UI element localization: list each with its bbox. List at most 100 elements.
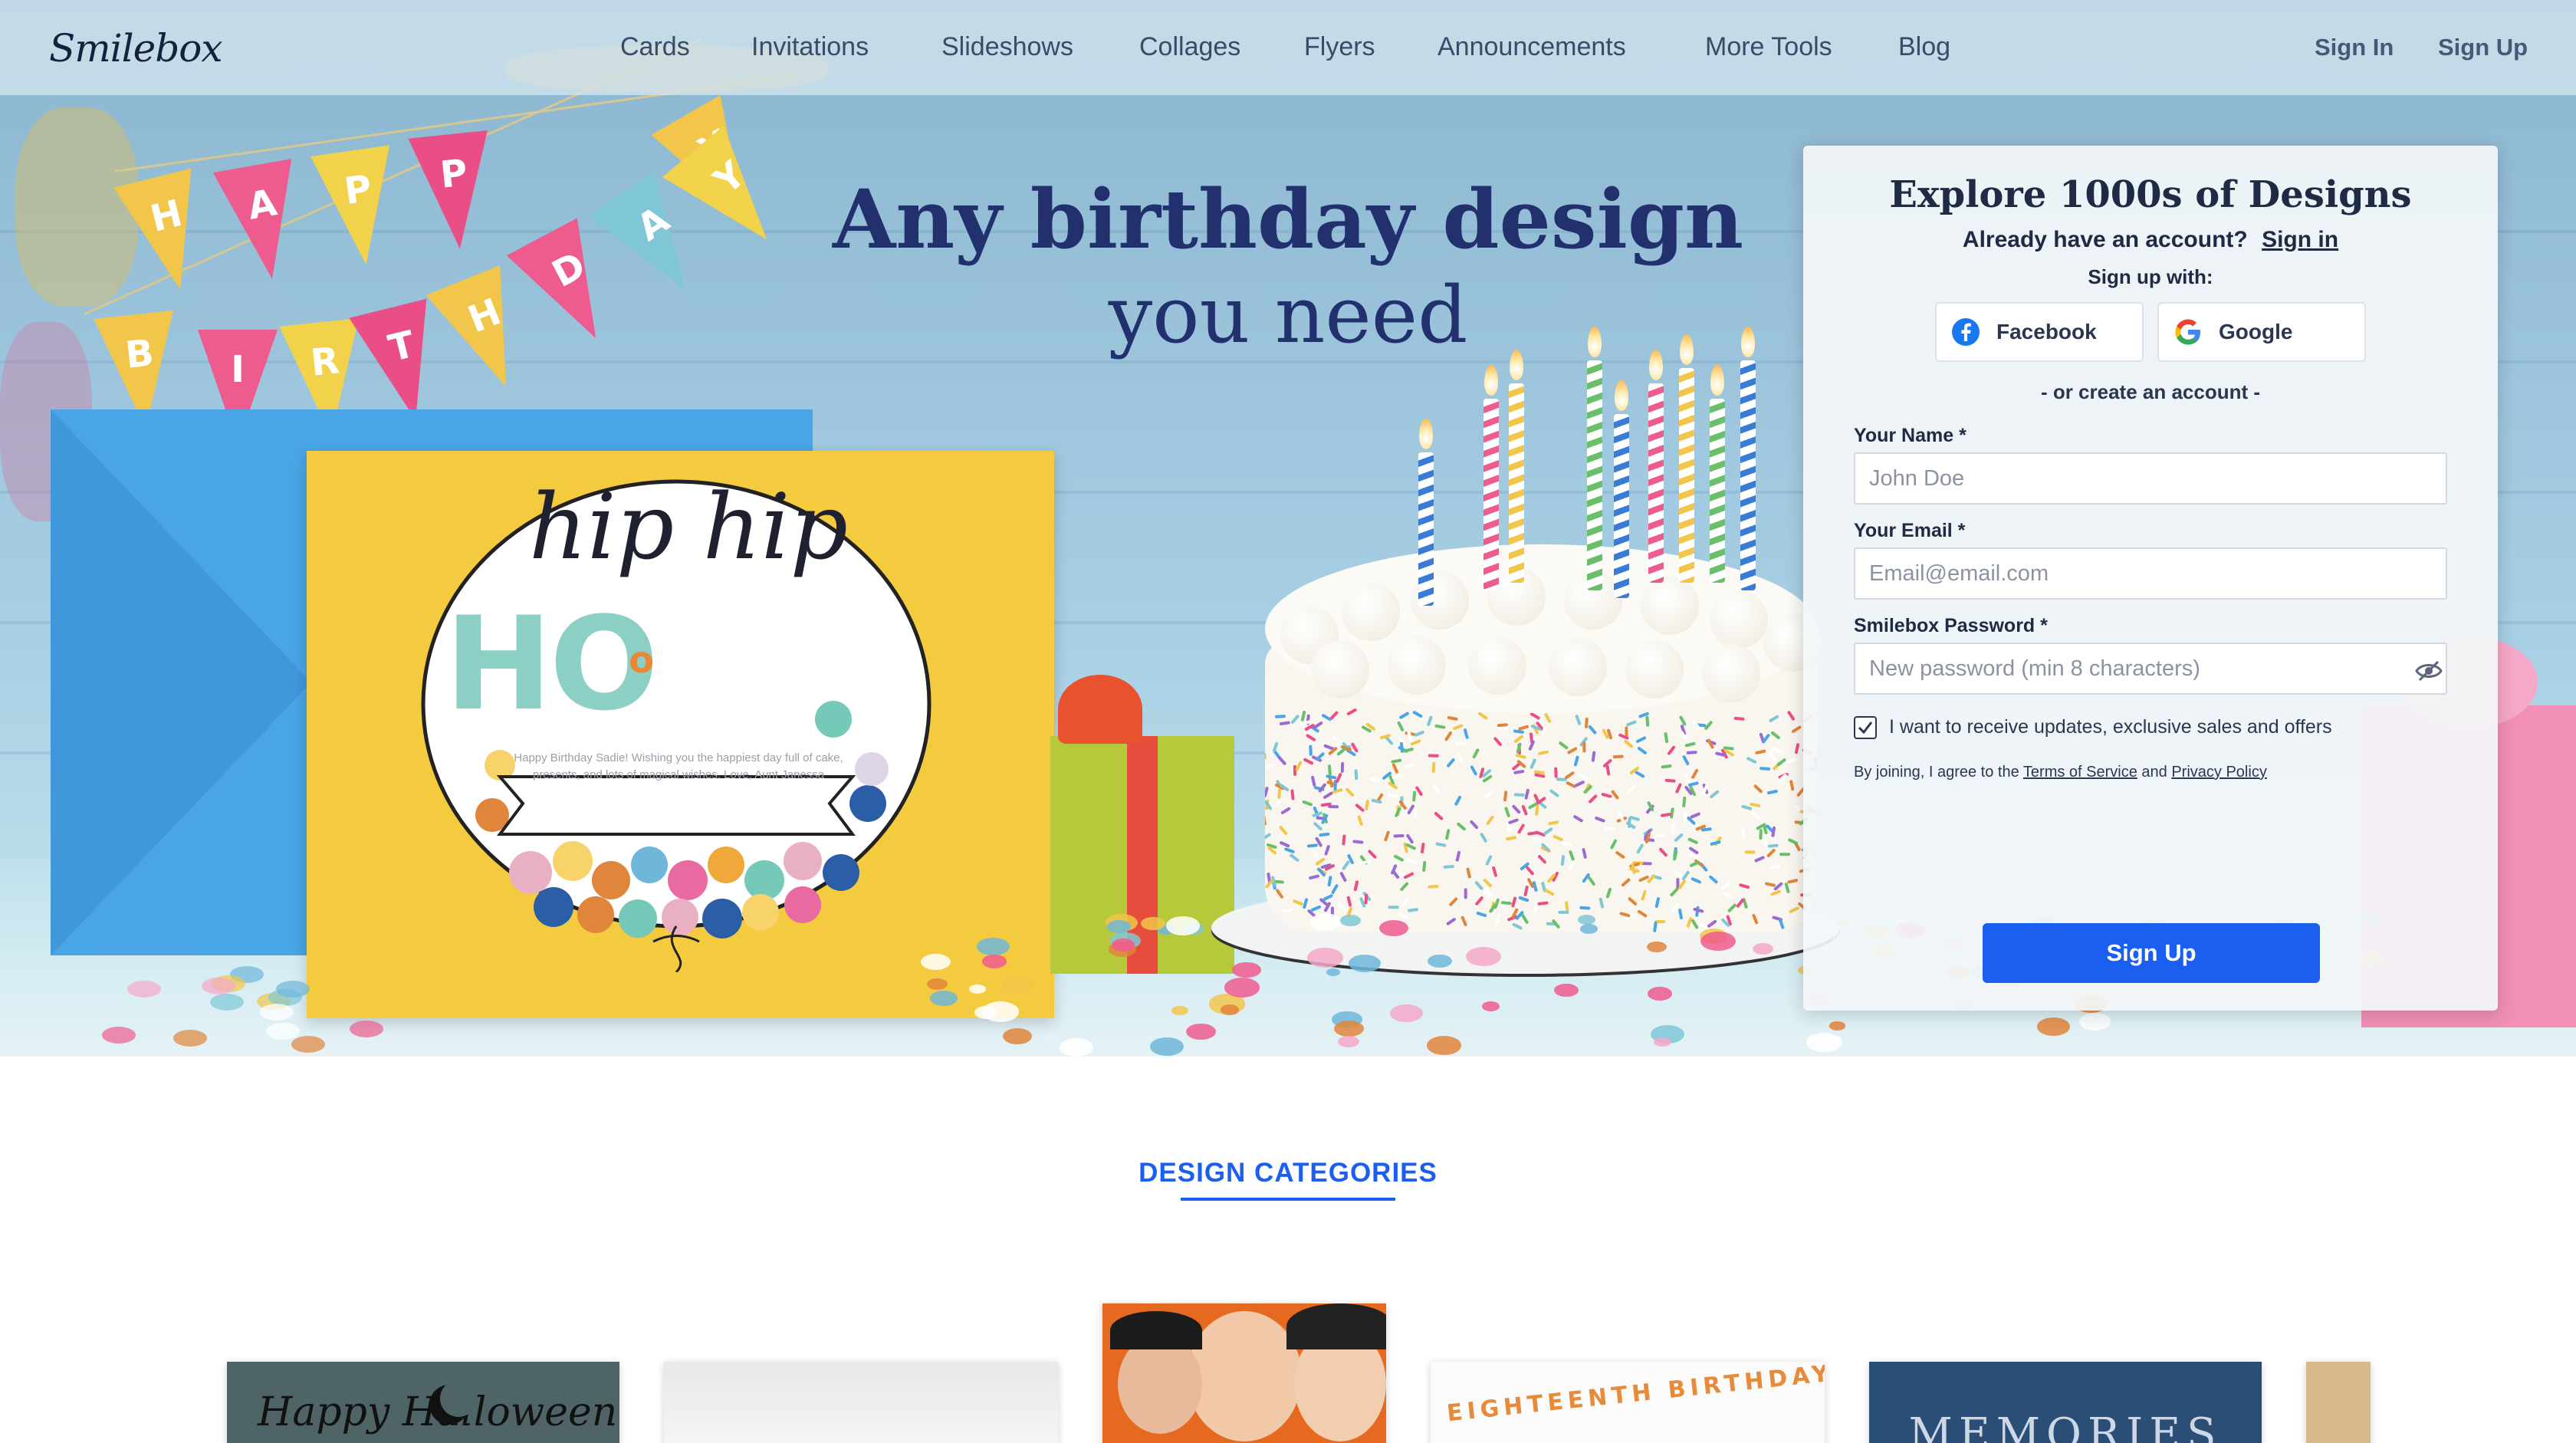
nav-link-blog[interactable]: Blog xyxy=(1898,32,1950,62)
sprinkle xyxy=(1412,791,1417,802)
sprinkle xyxy=(1388,794,1399,798)
facebook-label: Facebook xyxy=(1996,320,2097,343)
card-script-text: hip hip xyxy=(529,474,849,580)
sprinkle xyxy=(1788,838,1799,845)
sprinkle xyxy=(1750,802,1761,807)
nav-link-collages[interactable]: Collages xyxy=(1139,32,1240,62)
terms-of-service-link[interactable]: Terms of Service xyxy=(2023,764,2137,781)
category-thumb-family-photo[interactable] xyxy=(1102,1303,1386,1443)
sprinkle xyxy=(1470,820,1479,830)
confetti-piece xyxy=(1752,942,1774,955)
sprinkle xyxy=(1744,850,1756,854)
confetti-piece xyxy=(1426,1036,1461,1055)
sprinkle xyxy=(1681,870,1690,881)
sprinkle xyxy=(1309,874,1319,880)
sprinkle xyxy=(1454,795,1462,806)
memories-thumb-text: MEMORIES xyxy=(1908,1409,2223,1443)
sprinkle xyxy=(1527,831,1539,836)
sprinkle xyxy=(1265,787,1269,797)
sprinkle xyxy=(1480,833,1487,843)
sprinkle xyxy=(1664,732,1669,744)
sprinkle xyxy=(1432,784,1441,794)
confetti-piece xyxy=(981,955,1007,968)
sprinkle xyxy=(1569,850,1575,861)
category-thumb-halloween[interactable]: Happy Halloween xyxy=(227,1362,619,1443)
nav-link-more-tools[interactable]: More Tools xyxy=(1705,32,1832,62)
sprinkle xyxy=(1518,725,1529,731)
candle xyxy=(1740,360,1756,590)
privacy-policy-link[interactable]: Privacy Policy xyxy=(2171,764,2266,781)
sprinkle xyxy=(1464,888,1467,899)
nav-link-announcements[interactable]: Announcements xyxy=(1438,32,1626,62)
sprinkle xyxy=(1513,770,1525,774)
signup-panel: Explore 1000s of Designs Already have an… xyxy=(1803,146,2498,1011)
sprinkle xyxy=(1460,915,1467,926)
facebook-button[interactable]: Facebook xyxy=(1935,302,2144,362)
candle xyxy=(1614,414,1629,598)
nav-link-cards[interactable]: Cards xyxy=(620,32,690,62)
sprinkle xyxy=(1508,818,1519,824)
sprinkle xyxy=(1675,783,1682,794)
sprinkle xyxy=(1767,789,1778,795)
nav-sign-up[interactable]: Sign Up xyxy=(2438,34,2528,61)
sprinkle xyxy=(1354,769,1359,781)
nav-sign-in[interactable]: Sign In xyxy=(2315,34,2394,61)
sprinkle xyxy=(1682,796,1687,807)
confetti-piece xyxy=(1338,1035,1359,1047)
sprinkle xyxy=(1309,745,1313,756)
sprinkle xyxy=(1521,805,1528,816)
sprinkle xyxy=(1504,807,1510,817)
confetti-piece xyxy=(1059,1037,1093,1057)
google-button[interactable]: Google xyxy=(2157,302,2366,362)
sprinkle xyxy=(1568,860,1576,870)
sign-in-link[interactable]: Sign in xyxy=(2262,227,2338,252)
sprinkle xyxy=(1524,788,1530,800)
eighteenth-thumb-text: EIGHTEENTH BIRTHDAY xyxy=(1445,1362,1825,1428)
sprinkle xyxy=(1537,901,1549,906)
sprinkle xyxy=(1784,883,1790,893)
sprinkle xyxy=(1265,814,1267,826)
sprinkle xyxy=(1587,876,1595,886)
updates-checkbox[interactable] xyxy=(1854,716,1877,739)
sprinkle xyxy=(1582,848,1587,859)
sprinkle xyxy=(1506,836,1516,841)
sprinkle xyxy=(1671,823,1675,834)
nav-link-flyers[interactable]: Flyers xyxy=(1304,32,1375,62)
sprinkle xyxy=(1443,864,1454,869)
sprinkle xyxy=(1776,758,1786,767)
sprinkle xyxy=(1573,815,1583,823)
updates-checkbox-label[interactable]: I want to receive updates, exclusive sal… xyxy=(1889,716,2332,738)
sprinkle xyxy=(1303,758,1314,765)
sprinkle xyxy=(1759,829,1763,840)
email-input[interactable] xyxy=(1854,547,2447,600)
category-thumb-eighteenth-birthday[interactable]: EIGHTEENTH BIRTHDAY xyxy=(1431,1362,1825,1443)
sprinkle xyxy=(1428,885,1439,889)
sprinkle xyxy=(1513,793,1525,797)
design-categories-heading: DESIGN CATEGORIES xyxy=(1138,1158,1438,1188)
sprinkle xyxy=(1561,841,1572,846)
category-thumb-memories[interactable]: MEMORIES xyxy=(1869,1362,2262,1443)
name-input[interactable] xyxy=(1854,452,2447,505)
sprinkle xyxy=(1310,905,1322,912)
sprinkle xyxy=(1682,755,1690,766)
sprinkle xyxy=(1447,758,1455,768)
sprinkle xyxy=(1408,908,1418,912)
password-input[interactable] xyxy=(1854,643,2447,695)
witch-hat xyxy=(1286,1303,1386,1349)
candle xyxy=(1587,360,1602,590)
nav-link-invitations[interactable]: Invitations xyxy=(751,32,869,62)
confetti-piece xyxy=(1465,946,1501,966)
smilebox-logo[interactable]: Smilebox xyxy=(49,26,223,71)
confetti-piece xyxy=(1003,1027,1033,1044)
sprinkle xyxy=(1399,712,1409,719)
sprinkle xyxy=(1686,917,1693,928)
category-thumb-blank[interactable] xyxy=(664,1362,1058,1443)
sign-up-submit-button[interactable]: Sign Up xyxy=(1983,923,2320,983)
nav-link-slideshows[interactable]: Slideshows xyxy=(941,32,1073,62)
frosting-dollop xyxy=(1342,583,1400,641)
confetti-piece xyxy=(2037,1017,2070,1036)
sprinkle xyxy=(1485,855,1493,866)
hide-password-icon[interactable] xyxy=(2413,656,2444,686)
category-thumb-partial[interactable] xyxy=(2306,1362,2371,1443)
signup-title: Explore 1000s of Designs xyxy=(1889,173,2412,216)
